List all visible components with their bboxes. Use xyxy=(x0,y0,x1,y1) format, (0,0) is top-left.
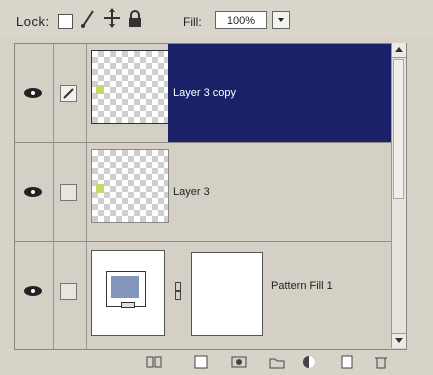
visibility-column xyxy=(15,143,54,241)
visibility-column xyxy=(15,44,54,142)
link-layers-icon[interactable] xyxy=(145,353,163,371)
layers-scrollbar[interactable] xyxy=(391,43,406,348)
eye-icon[interactable] xyxy=(22,86,44,100)
add-mask-icon[interactable] xyxy=(230,353,248,371)
scroll-up-button[interactable] xyxy=(392,43,406,58)
lock-all-icon[interactable] xyxy=(128,10,142,28)
layer-row[interactable]: Layer 3 xyxy=(15,143,406,242)
arrow-down-icon xyxy=(395,338,403,343)
empty-link-box[interactable] xyxy=(60,283,77,300)
pattern-fill-thumbnail[interactable] xyxy=(91,250,165,336)
paintbrush-icon xyxy=(63,88,74,99)
lock-position-icon[interactable] xyxy=(103,8,121,28)
layer-row[interactable]: Pattern Fill 1 xyxy=(15,242,406,349)
layer-list: Layer 3 copy Layer 3 Pattern Fill 1 xyxy=(14,43,407,350)
fill-label: Fill: xyxy=(183,15,202,29)
bottom-toolbar xyxy=(0,350,433,375)
thumbnail-dot xyxy=(96,85,104,94)
layer-thumbnail[interactable] xyxy=(91,149,169,223)
chain-link-icon[interactable] xyxy=(175,282,181,300)
new-group-icon[interactable] xyxy=(268,353,286,371)
fill-opacity-input[interactable]: 100% xyxy=(215,11,267,29)
brush-icon[interactable] xyxy=(60,85,77,102)
layer-name[interactable]: Layer 3 xyxy=(173,186,210,198)
new-layer-icon[interactable] xyxy=(338,353,356,371)
eye-icon[interactable] xyxy=(22,185,44,199)
link-column xyxy=(53,242,87,349)
fill-opacity-dropdown[interactable] xyxy=(272,11,290,29)
layer-name[interactable]: Pattern Fill 1 xyxy=(271,280,333,292)
empty-link-box[interactable] xyxy=(60,184,77,201)
pattern-base xyxy=(121,302,135,308)
lock-label: Lock: xyxy=(16,14,50,29)
layer-thumbnail[interactable] xyxy=(91,50,169,124)
layers-panel: Lock: Fill: 100% Layer 3 copy Layer 3 Pa… xyxy=(0,0,433,375)
lock-transparent-icon[interactable] xyxy=(58,14,73,29)
layer-mask-thumbnail[interactable] xyxy=(191,252,263,336)
layer-row[interactable]: Layer 3 copy xyxy=(15,44,406,143)
thumbnail-dot xyxy=(96,184,104,193)
layer-style-icon[interactable] xyxy=(192,353,210,371)
scroll-thumb[interactable] xyxy=(393,59,404,199)
lock-toolbar: Lock: Fill: 100% xyxy=(0,0,433,38)
pattern-swatch xyxy=(111,276,139,298)
trash-icon[interactable] xyxy=(372,353,390,371)
pattern-icon xyxy=(106,271,146,308)
adjustment-layer-icon[interactable] xyxy=(300,353,318,371)
visibility-column xyxy=(15,242,54,349)
link-column xyxy=(53,143,87,241)
arrow-up-icon xyxy=(395,47,403,52)
chevron-down-icon xyxy=(278,18,284,22)
eye-icon[interactable] xyxy=(22,284,44,298)
scroll-down-button[interactable] xyxy=(392,333,406,348)
layer-name[interactable]: Layer 3 copy xyxy=(173,87,236,99)
lock-image-icon[interactable] xyxy=(80,8,96,28)
link-column xyxy=(53,44,87,142)
